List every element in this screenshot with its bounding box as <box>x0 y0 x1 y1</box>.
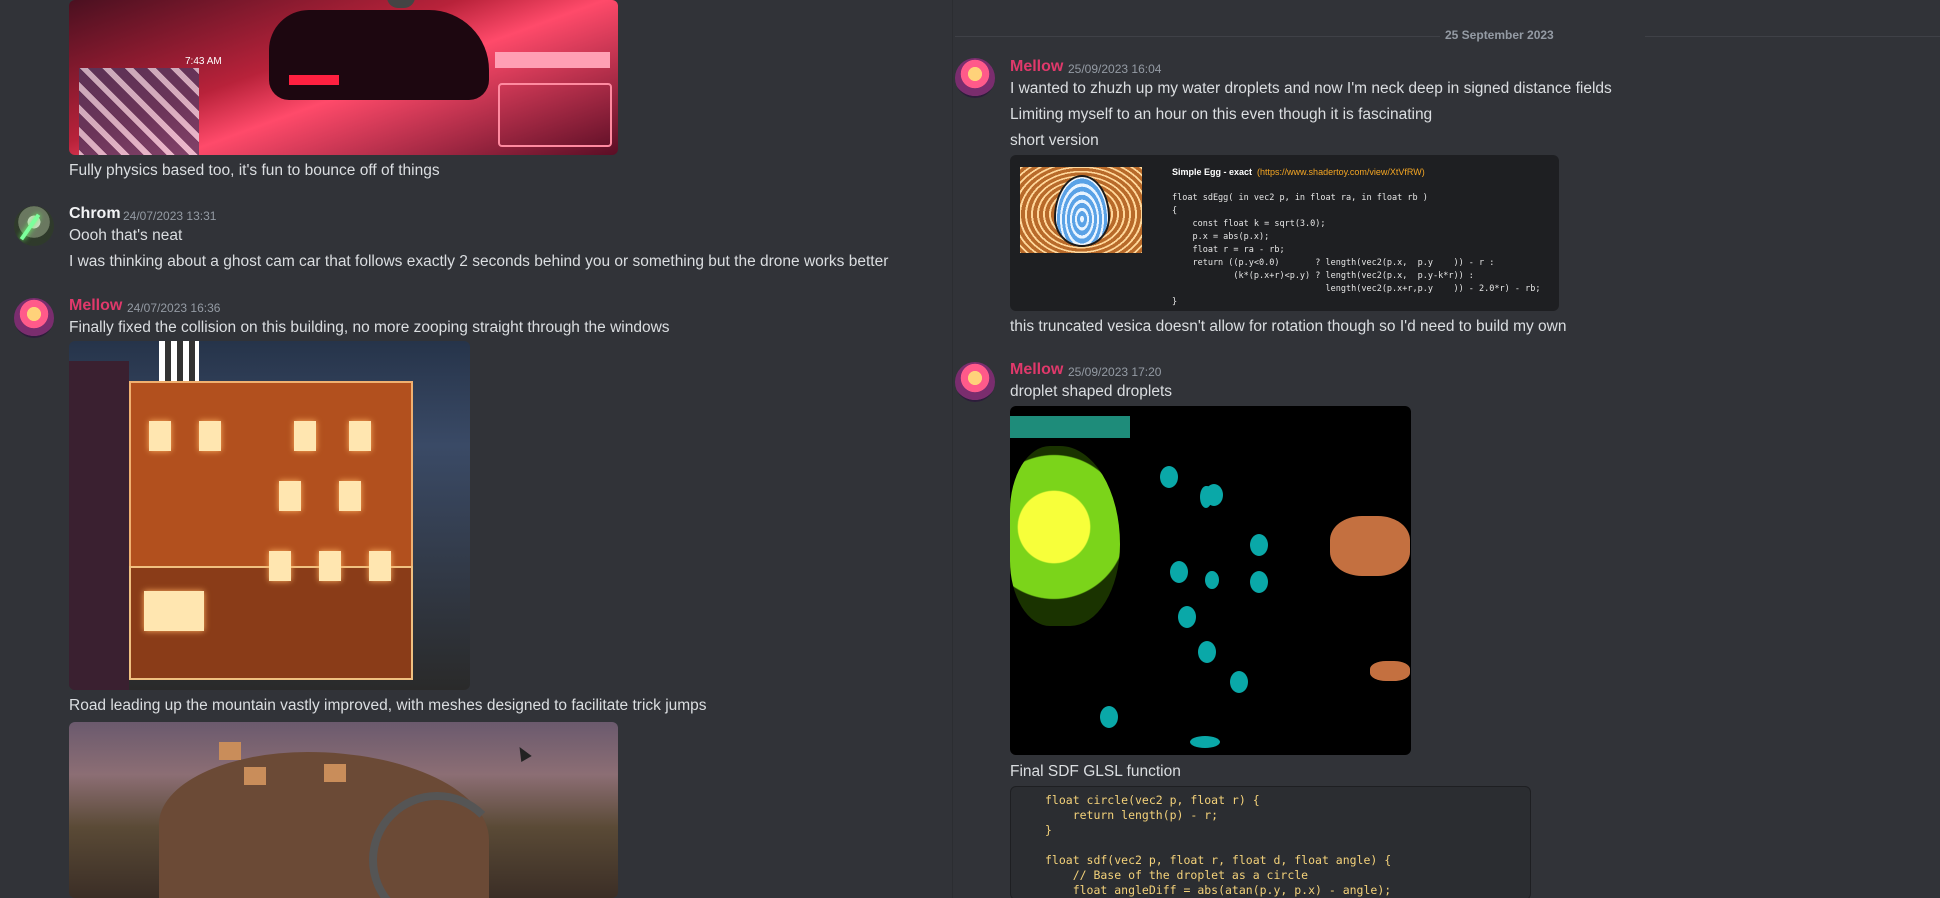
egg-sdf-preview <box>1020 167 1142 253</box>
game-time-text: 7:43 AM <box>185 56 222 67</box>
username-chrom[interactable]: Chrom <box>69 205 121 223</box>
shader-code-line: length(vec2(p.x+r,p.y )) - 2.0*r) - rb; <box>1172 284 1541 294</box>
building-window <box>319 551 341 581</box>
sword-icon <box>19 213 41 241</box>
code-line: float sdf(vec2 p, float r, float d, floa… <box>1045 853 1392 867</box>
message-timestamp: 25/09/2023 17:20 <box>1068 365 1162 379</box>
date-separator-label: 25 September 2023 <box>1445 28 1554 42</box>
teal-droplet <box>1178 606 1196 628</box>
message-timestamp: 25/09/2023 16:04 <box>1068 62 1162 76</box>
avatar-chrom[interactable] <box>14 206 54 246</box>
mountain-road-screenshot[interactable] <box>69 722 618 898</box>
egg-shape <box>1056 177 1108 245</box>
date-separator: 25 September 2023 <box>955 28 1940 42</box>
building-window <box>199 421 221 451</box>
message-text: Limiting myself to an hour on this even … <box>1010 106 1433 123</box>
message-text: droplet shaped droplets <box>1010 383 1173 400</box>
teal-droplet <box>1230 671 1248 693</box>
teal-droplet <box>1190 736 1220 748</box>
message-text: I wanted to zhuzh up my water droplets a… <box>1010 80 1612 97</box>
droplet-top-band <box>1010 416 1130 438</box>
building-window <box>339 481 361 511</box>
message-text: Finally fixed the collision on this buil… <box>69 319 670 336</box>
code-line: float circle(vec2 p, float r) { <box>1045 793 1260 807</box>
shader-code-line: } <box>1172 297 1178 307</box>
code-line: float angleDiff = abs(atan(p.y, p.x) - a… <box>1045 883 1392 897</box>
message-timestamp: 24/07/2023 13:31 <box>123 209 217 223</box>
teal-droplet <box>1170 561 1188 583</box>
message-text: short version <box>1010 132 1099 149</box>
shader-code-line: float sdEgg( in vec2 p, in float ra, in … <box>1172 193 1428 203</box>
game-screenshot[interactable]: 7:43 AM <box>69 0 618 155</box>
code-line: return length(p) - r; <box>1045 808 1219 822</box>
code-line: // Base of the droplet as a circle <box>1045 868 1309 882</box>
building-window <box>149 421 171 451</box>
username-mellow[interactable]: Mellow <box>69 297 122 315</box>
teal-droplet <box>1198 641 1216 663</box>
car-taillight <box>289 75 339 85</box>
shader-code-line: p.x = abs(p.x); <box>1172 232 1270 242</box>
building-window <box>279 481 301 511</box>
shader-code-line: return ((p.y<0.0) ? length(vec2(p.x, p.y… <box>1172 258 1495 268</box>
code-line: } <box>1045 823 1052 837</box>
building-window <box>349 421 371 451</box>
shader-name: Simple Egg - exact <box>1172 167 1253 177</box>
avatar-mellow[interactable] <box>955 58 995 98</box>
message-text: Fully physics based too, it's fun to bou… <box>69 162 440 179</box>
username-mellow[interactable]: Mellow <box>1010 361 1063 379</box>
shader-code-line: const float k = sqrt(3.0); <box>1172 219 1326 229</box>
message-text: Oooh that's neat <box>69 227 183 244</box>
mouse-cursor-icon <box>514 743 532 763</box>
house <box>244 767 266 785</box>
teal-droplet <box>1250 534 1268 556</box>
shader-screenshot[interactable]: Simple Egg - exact (https://www.shaderto… <box>1010 155 1559 311</box>
teal-droplet <box>1250 571 1268 593</box>
shader-code-line: float r = ra - rb; <box>1172 245 1285 255</box>
message-text: I was thinking about a ghost cam car tha… <box>69 253 889 270</box>
teal-droplet <box>1100 706 1118 728</box>
message-text: Final SDF GLSL function <box>1010 763 1181 780</box>
message-timestamp: 24/07/2023 16:36 <box>127 301 221 315</box>
shader-title: Simple Egg - exact (https://www.shaderto… <box>1172 167 1425 177</box>
house <box>219 742 241 760</box>
message-text: Road leading up the mountain vastly impr… <box>69 697 707 714</box>
message-text: this truncated vesica doesn't allow for … <box>1010 318 1567 335</box>
building-window <box>269 551 291 581</box>
left-chat-pane[interactable]: 7:43 AM Fully physics based too, it's fu… <box>0 0 955 898</box>
separator-line <box>955 36 1440 37</box>
right-chat-pane[interactable]: 25 September 2023 Mellow 25/09/2023 16:0… <box>955 0 1940 898</box>
game-squiggle-decor <box>79 68 199 155</box>
shader-code-line: { <box>1172 206 1178 216</box>
play-icon[interactable] <box>387 0 415 8</box>
teal-droplet <box>1205 571 1219 589</box>
green-droplet-blob <box>1010 446 1120 626</box>
game-hud-panel <box>498 83 612 147</box>
building-window <box>294 421 316 451</box>
separator-line <box>1645 36 1940 37</box>
avatar-mellow[interactable] <box>955 362 995 402</box>
username-mellow[interactable]: Mellow <box>1010 58 1063 76</box>
building-window <box>144 591 204 631</box>
orange-droplet <box>1330 516 1410 576</box>
droplet-render-screenshot[interactable] <box>1010 406 1411 755</box>
teal-droplet <box>1160 466 1178 488</box>
shader-url[interactable]: (https://www.shadertoy.com/view/XtVfRW) <box>1257 167 1425 177</box>
game-hud-bar <box>495 52 610 68</box>
orange-droplet <box>1370 661 1410 681</box>
house <box>324 764 346 782</box>
game-car <box>269 10 489 100</box>
background-building <box>69 361 129 690</box>
shader-code-line: (k*(p.x+r)<p.y) ? length(vec2(p.x, p.y-k… <box>1172 271 1474 281</box>
avatar-mellow[interactable] <box>14 298 54 338</box>
tower-structure <box>159 341 199 381</box>
code-block[interactable]: float circle(vec2 p, float r) { return l… <box>1010 786 1531 898</box>
building-screenshot[interactable] <box>69 341 470 690</box>
building-window <box>369 551 391 581</box>
